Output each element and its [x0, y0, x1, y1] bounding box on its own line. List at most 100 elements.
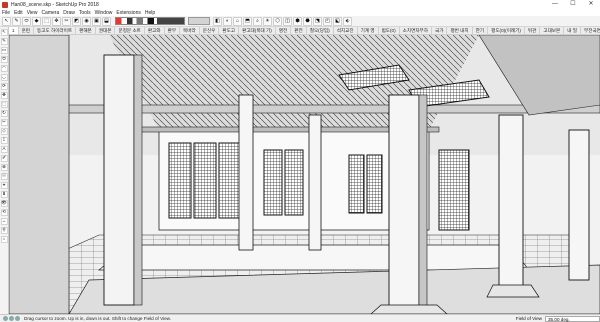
layer-dropdown[interactable] [188, 17, 210, 25]
scale-icon[interactable]: ✂ [0, 119, 8, 126]
walk-icon[interactable]: ⬇ [0, 191, 8, 198]
scene-tab[interactable]: 환도고 [219, 27, 240, 34]
select-tool-icon[interactable]: ↖ [2, 16, 11, 26]
scene-tab[interactable]: 부전국면 [581, 27, 600, 34]
scene-tab[interactable]: 한기 [473, 27, 489, 34]
menu-window[interactable]: Window [95, 10, 113, 16]
tape-measure-icon[interactable]: ⟟ [0, 137, 8, 144]
dimension-icon[interactable]: ✐ [0, 155, 8, 162]
push-pull-icon[interactable]: ⬚ [0, 101, 8, 108]
menu-edit[interactable]: Edit [14, 10, 23, 16]
text-icon[interactable]: A [0, 146, 8, 153]
view-front-icon[interactable]: ⌂ [233, 16, 242, 26]
eraser-tool-icon[interactable]: ⬭ [22, 16, 31, 26]
monochrome-icon[interactable]: ◰ [323, 16, 332, 26]
geo-location-icon[interactable] [3, 316, 8, 321]
view-right-icon[interactable]: ⬒ [243, 16, 252, 26]
scene-tab[interactable]: 환무 [165, 27, 181, 34]
zoom-extents-icon[interactable]: ↔ [0, 218, 8, 225]
scene-tab[interactable]: 석지교진 [334, 27, 358, 34]
zoom-icon[interactable]: ⌕ [253, 16, 262, 26]
menu-extensions[interactable]: Extensions [116, 10, 140, 16]
scene-tab[interactable]: 권대본 [96, 27, 116, 34]
circle-icon[interactable]: ⬭ [0, 56, 8, 63]
scene-tab[interactable]: 범도(0) [379, 27, 400, 34]
scene-tab[interactable]: 북바라 [180, 27, 200, 34]
close-button[interactable]: ✕ [582, 0, 600, 9]
scene-tab[interactable]: 내 밀 [564, 27, 581, 34]
section-tool-icon[interactable]: ✂ [62, 16, 71, 26]
column [308, 114, 322, 251]
select-icon[interactable]: ↖ [0, 29, 8, 36]
menu-view[interactable]: View [27, 10, 38, 16]
measurements-box[interactable]: 35.00 deg. [545, 315, 600, 322]
scene-tab[interactable]: 국가 [432, 27, 448, 34]
scene-tab[interactable]: 훈련 [19, 27, 35, 34]
component-icon[interactable]: ◩ [72, 16, 81, 26]
position-camera-icon[interactable]: ⌂ [0, 236, 8, 243]
pencil-tool-icon[interactable]: ✎ [12, 16, 21, 26]
menu-camera[interactable]: Camera [41, 10, 59, 16]
style-swatch[interactable] [115, 17, 185, 25]
3d-viewport[interactable] [9, 35, 600, 314]
arc-icon[interactable]: ◠ [0, 65, 8, 72]
scene-tab[interactable]: 환고와 [145, 27, 165, 34]
material-icon[interactable]: ◉ [82, 16, 91, 26]
follow-me-icon[interactable]: ↻ [0, 110, 8, 117]
move-tool-icon[interactable]: ✥ [52, 16, 61, 26]
menu-tools[interactable]: Tools [79, 10, 91, 16]
scene-tab[interactable]: 철오(당입) [307, 27, 334, 34]
hidden-line-icon[interactable]: ⬢ [293, 16, 302, 26]
view-top-icon[interactable]: ◐ [223, 16, 232, 26]
scene-tab[interactable]: 뒤관 [525, 27, 541, 34]
beam [9, 104, 600, 114]
shadow-icon[interactable]: ☀ [263, 16, 272, 26]
move-icon[interactable]: ✥ [0, 92, 8, 99]
menu-help[interactable]: Help [145, 10, 155, 16]
maximize-button[interactable]: ☐ [564, 0, 582, 9]
scene-tab[interactable]: 고대보본 [540, 27, 565, 34]
view-iso-icon[interactable]: ◧ [213, 16, 222, 26]
scene-tab[interactable]: 명전 [276, 27, 292, 34]
zoom-window-icon[interactable]: ⚲ [0, 227, 8, 234]
scene-tab[interactable]: 소치면자부하 [400, 27, 432, 34]
rotate-icon[interactable]: ⟳ [0, 83, 8, 90]
scene-tab[interactable]: 1 [9, 27, 19, 34]
scene-tab[interactable]: 판전 [291, 27, 307, 34]
instructor-icon[interactable] [15, 316, 20, 321]
scene-tab[interactable]: 기계 영 [358, 27, 379, 34]
credits-icon[interactable] [9, 316, 14, 321]
scene-tab[interactable]: 평도(0)(이례기) [488, 27, 525, 34]
scene-tab[interactable]: 평번 내지 [447, 27, 473, 34]
rectangle-tool-icon[interactable]: ⬚ [42, 16, 51, 26]
section-cut-icon[interactable]: ⬖ [343, 16, 352, 26]
style-icon[interactable]: ⬓ [102, 16, 111, 26]
menu-file[interactable]: File [2, 10, 10, 16]
status-text: Drag cursor to zoom. Up is in, down is o… [24, 316, 171, 321]
textured-icon[interactable]: ⬔ [313, 16, 322, 26]
layer-icon[interactable]: ▣ [92, 16, 101, 26]
minimize-button[interactable]: — [546, 0, 564, 9]
scene-tab[interactable]: 문신우 [200, 27, 220, 34]
offset-icon[interactable]: ◇ [0, 128, 8, 135]
axes-icon[interactable]: ⊕ [0, 164, 8, 171]
scene-tab[interactable]: 편해본 [76, 27, 96, 34]
line-icon[interactable]: ✎ [0, 38, 8, 45]
menu-draw[interactable]: Draw [63, 10, 75, 16]
scene-tab[interactable]: 환고대(북대 기) [239, 27, 276, 34]
wireframe-icon[interactable]: ◫ [283, 16, 292, 26]
scene-tab[interactable]: 등고도 하이라이트 [34, 27, 77, 34]
lattice-door [438, 149, 470, 231]
orbit-icon[interactable]: ☉ [0, 173, 8, 180]
window-controls: — ☐ ✕ [546, 0, 600, 9]
pan-icon[interactable]: ⌖ [0, 182, 8, 189]
rectangle-icon[interactable]: ▭ [0, 47, 8, 54]
paint-tool-icon[interactable]: ◆ [32, 16, 41, 26]
look-around-icon[interactable]: 👁 [0, 200, 8, 207]
scene-tab[interactable]: 문정문 소트 [115, 27, 145, 34]
pie-icon[interactable]: ◡ [0, 74, 8, 81]
previous-view-icon[interactable]: ⟲ [0, 209, 8, 216]
shaded-icon[interactable]: ⬣ [303, 16, 312, 26]
xray-icon[interactable]: ⬡ [273, 16, 282, 26]
section-plane-icon[interactable]: ⬕ [333, 16, 342, 26]
